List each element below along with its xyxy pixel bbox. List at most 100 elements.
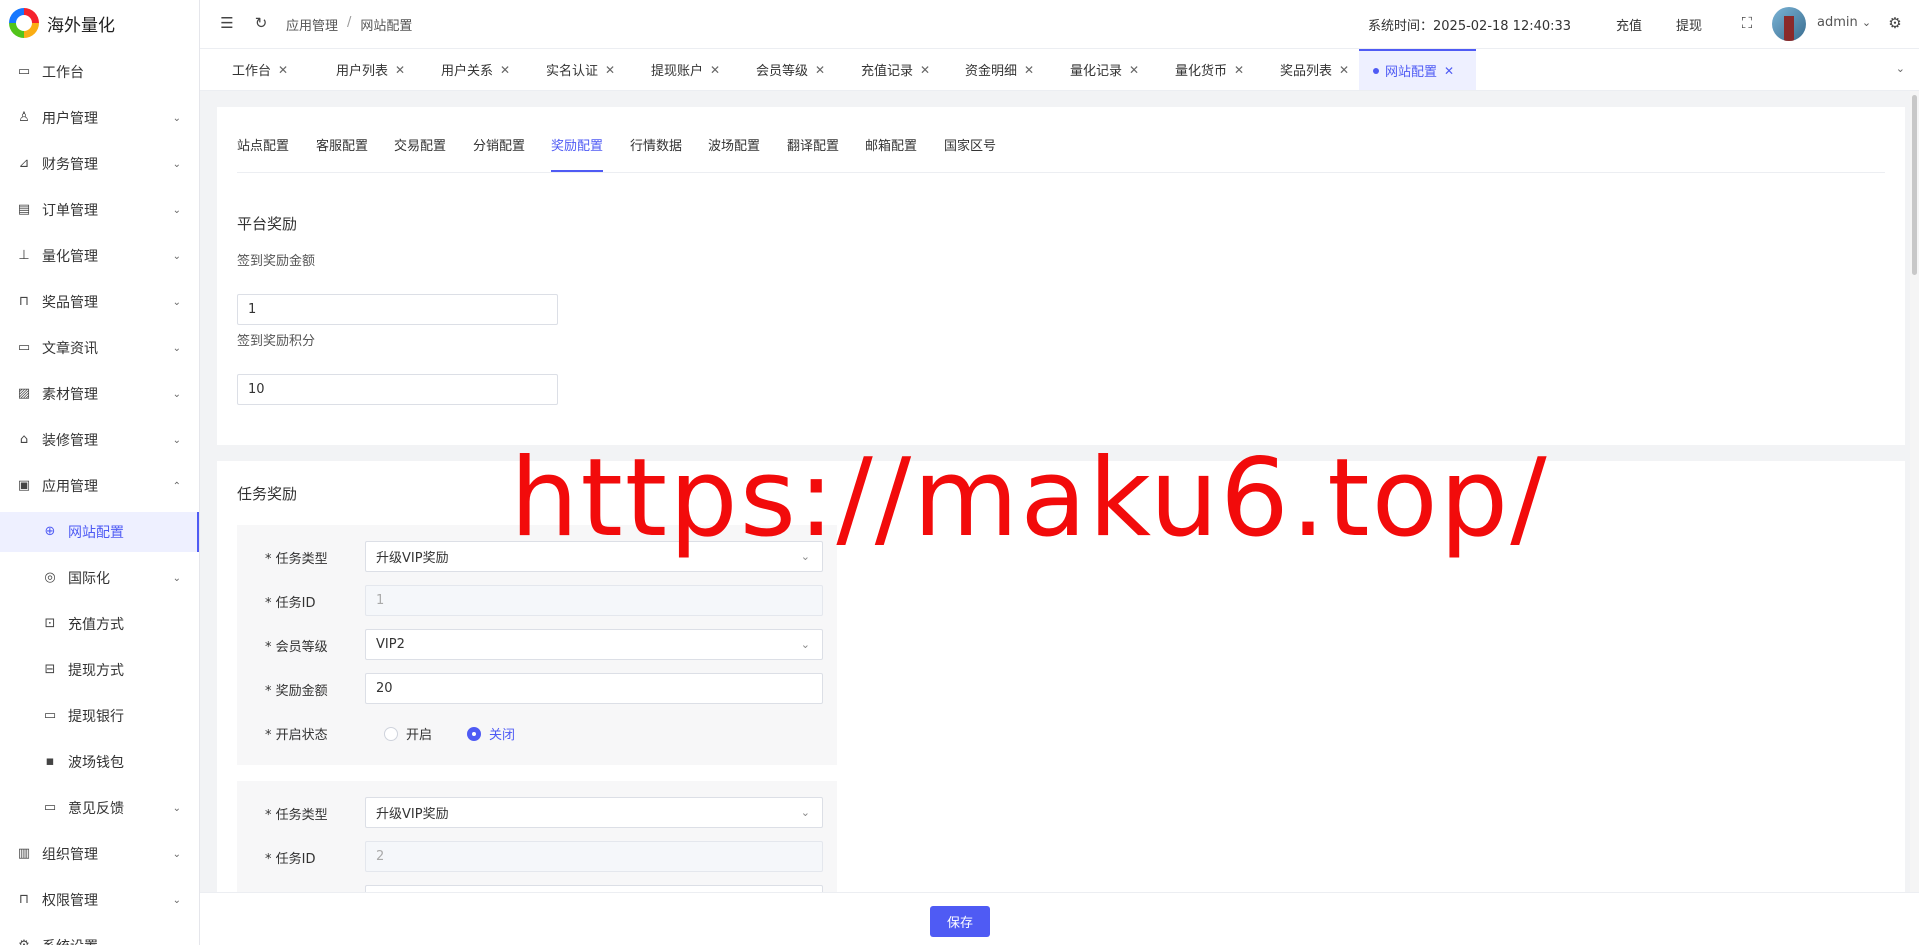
- close-icon[interactable]: ✕: [920, 63, 930, 77]
- page-tab[interactable]: 量化货币 ✕: [1143, 49, 1244, 90]
- sidebar-item[interactable]: ▭ 文章资讯 ⌄: [0, 328, 199, 368]
- radio-circle: [467, 726, 481, 741]
- chevron-down-icon[interactable]: ⌄: [1896, 62, 1905, 75]
- tab-label: 奖品列表: [1280, 64, 1333, 79]
- sidebar-item-label: 用户管理: [42, 111, 98, 127]
- field-label: * 奖励金额: [265, 684, 328, 699]
- withdraw-link[interactable]: 提现: [1676, 15, 1702, 34]
- signin-points-input[interactable]: 10: [237, 374, 558, 405]
- page-tab[interactable]: 资金明细 ✕: [933, 49, 1034, 90]
- page-tab[interactable]: 工作台 ✕: [200, 49, 288, 90]
- close-icon[interactable]: ✕: [1444, 64, 1454, 78]
- sidebar-item[interactable]: ▥ 组织管理 ⌄: [0, 834, 199, 874]
- shop-icon: ⌂: [19, 432, 29, 447]
- config-subtab[interactable]: 翻译配置: [787, 135, 839, 172]
- sidebar-item[interactable]: ♙ 用户管理 ⌄: [0, 98, 199, 138]
- sidebar-item[interactable]: ▣ 应用管理 ⌃: [0, 466, 199, 506]
- close-icon[interactable]: ✕: [815, 63, 825, 77]
- sidebar-item[interactable]: ▨ 素材管理 ⌄: [0, 374, 199, 414]
- task-reward-card: 任务奖励 * 任务类型 升级VIP奖励 ⌄ * 任务ID 1 * 会员等级 VIP…: [217, 461, 1905, 896]
- page-tab[interactable]: 用户关系 ✕: [409, 49, 510, 90]
- close-icon[interactable]: ✕: [278, 63, 288, 77]
- app-logo[interactable]: 海外量化: [0, 0, 199, 46]
- sidebar-item-label: 充值方式: [68, 617, 124, 633]
- sidebar-item-label: 文章资讯: [42, 341, 98, 357]
- config-subtab[interactable]: 交易配置: [394, 135, 446, 172]
- sidebar-item[interactable]: ⊓ 权限管理 ⌄: [0, 880, 199, 920]
- status-radio-off[interactable]: 关闭: [467, 724, 515, 743]
- config-subtab[interactable]: 客服配置: [316, 135, 368, 172]
- chevron-down-icon: ⌄: [800, 550, 810, 563]
- sidebar-item[interactable]: ▪ 波场钱包: [0, 742, 199, 782]
- sidebar-item[interactable]: ⊕ 网站配置: [0, 512, 199, 552]
- sidebar-item-label: 提现银行: [68, 709, 124, 725]
- sidebar-item[interactable]: ⌂ 装修管理 ⌄: [0, 420, 199, 460]
- close-icon[interactable]: ✕: [500, 63, 510, 77]
- sidebar-item-label: 应用管理: [42, 479, 98, 495]
- breadcrumb-item[interactable]: 应用管理: [286, 15, 338, 34]
- sidebar-item[interactable]: ▭ 工作台: [0, 52, 199, 92]
- chevron-down-icon: ⌄: [800, 806, 810, 819]
- sidebar-item[interactable]: ⊿ 财务管理 ⌄: [0, 144, 199, 184]
- close-icon[interactable]: ✕: [605, 63, 615, 77]
- sidebar-item[interactable]: ⊡ 充值方式: [0, 604, 199, 644]
- sidebar-item[interactable]: ▭ 意见反馈 ⌄: [0, 788, 199, 828]
- sidebar-item-label: 意见反馈: [68, 801, 124, 817]
- config-subtab[interactable]: 国家区号: [944, 135, 996, 172]
- config-subtab[interactable]: 行情数据: [630, 135, 682, 172]
- close-icon[interactable]: ✕: [1339, 63, 1349, 77]
- reward-amount-input[interactable]: 20: [365, 673, 823, 704]
- page-tabs: ⌄ 工作台 ✕ 用户列表 ✕ 用户关系 ✕ 实名认证 ✕ 提现账户 ✕ 会员等级 ✕ 充值记录 ✕ 资金明细…: [200, 49, 1919, 91]
- page-tab[interactable]: 量化记录 ✕: [1038, 49, 1139, 90]
- page-tab[interactable]: 网站配置 ✕: [1359, 49, 1476, 90]
- breadcrumb-item: 网站配置: [360, 19, 413, 34]
- config-card: 站点配置 客服配置 交易配置 分销配置 奖励配置 行情数据 波场配置 翻译配置 邮箱配置 国家区号…: [217, 107, 1905, 445]
- chart-icon: ⊿: [18, 156, 30, 171]
- menu-fold-icon[interactable]: ☰: [218, 14, 236, 32]
- config-subtab[interactable]: 分销配置: [473, 135, 525, 172]
- chevron-down-icon: ⌄: [172, 250, 181, 262]
- recharge-link[interactable]: 充值: [1616, 15, 1642, 34]
- save-button[interactable]: 保存: [930, 906, 990, 937]
- sidebar-item[interactable]: ⊓ 奖品管理 ⌄: [0, 282, 199, 322]
- page-tab[interactable]: 奖品列表 ✕: [1248, 49, 1349, 90]
- avatar[interactable]: [1772, 7, 1806, 41]
- close-icon[interactable]: ✕: [1024, 63, 1034, 77]
- close-icon[interactable]: ✕: [1234, 63, 1244, 77]
- bag-icon: ⊓: [18, 294, 30, 309]
- close-icon[interactable]: ✕: [1129, 63, 1139, 77]
- sidebar-item[interactable]: ⊥ 量化管理 ⌄: [0, 236, 199, 276]
- sidebar-item[interactable]: ◎ 国际化 ⌄: [0, 558, 199, 598]
- feedback-icon: ▭: [43, 800, 57, 815]
- sidebar-item-label: 奖品管理: [42, 295, 98, 311]
- page-tab[interactable]: 会员等级 ✕: [724, 49, 825, 90]
- config-subtab[interactable]: 波场配置: [708, 135, 760, 172]
- page-tab[interactable]: 提现账户 ✕: [619, 49, 720, 90]
- user-menu[interactable]: admin ⌄: [1817, 15, 1871, 30]
- sidebar-item[interactable]: ⊟ 提现方式: [0, 650, 199, 690]
- signin-amount-input[interactable]: 1: [237, 294, 558, 325]
- task-type-select[interactable]: 升级VIP奖励 ⌄: [365, 797, 823, 828]
- sidebar-item[interactable]: ⚙ 系统设置 ⌄: [0, 926, 199, 945]
- close-icon[interactable]: ✕: [710, 63, 720, 77]
- sidebar-item[interactable]: ▤ 订单管理 ⌄: [0, 190, 199, 230]
- image-icon: ▨: [17, 386, 31, 401]
- member-level-select[interactable]: VIP2 ⌄: [365, 629, 823, 660]
- status-radio-on[interactable]: 开启: [384, 724, 432, 743]
- task-type-select[interactable]: 升级VIP奖励 ⌄: [365, 541, 823, 572]
- page-scrollbar[interactable]: [1910, 91, 1919, 896]
- settings-icon[interactable]: ⚙: [1886, 14, 1904, 32]
- fullscreen-icon[interactable]: ⛶: [1738, 14, 1756, 32]
- page-tab[interactable]: 充值记录 ✕: [829, 49, 930, 90]
- close-icon[interactable]: ✕: [395, 63, 405, 77]
- sidebar-item[interactable]: ▭ 提现银行: [0, 696, 199, 736]
- config-subtab[interactable]: 站点配置: [237, 135, 289, 172]
- building-icon: ▥: [17, 846, 31, 861]
- system-time: 系统时间：2025-02-18 12:40:33: [1368, 19, 1572, 34]
- page-tab[interactable]: 实名认证 ✕: [514, 49, 615, 90]
- config-subtab[interactable]: 邮箱配置: [865, 135, 917, 172]
- refresh-icon[interactable]: ↻: [252, 14, 270, 32]
- page-tab[interactable]: 用户列表 ✕: [304, 49, 405, 90]
- config-subtab[interactable]: 奖励配置: [551, 135, 604, 172]
- scrollbar-thumb[interactable]: [1912, 95, 1917, 275]
